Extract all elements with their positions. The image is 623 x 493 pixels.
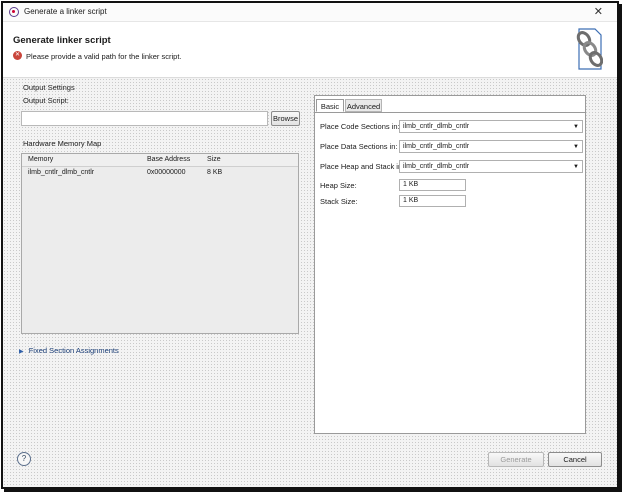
data-sections-value: ilmb_cntlr_dlmb_cntlr [403, 143, 470, 150]
dialog-body: Output Settings Output Script: Browse Ha… [3, 78, 617, 487]
cell-memory: ilmb_cntlr_dlmb_cntlr [28, 169, 95, 176]
chain-link-icon [576, 28, 603, 70]
memory-map-table[interactable]: Memory Base Address Size ilmb_cntlr_dlmb… [21, 153, 299, 334]
fixed-section-expander[interactable]: ▶ Fixed Section Assignments [19, 346, 119, 355]
heap-stack-value: ilmb_cntlr_dlmb_cntlr [403, 163, 470, 170]
output-settings-label: Output Settings [23, 83, 75, 92]
stack-size-label: Stack Size: [320, 197, 358, 206]
column-memory[interactable]: Memory [28, 156, 53, 163]
expand-triangle-icon: ▶ [19, 349, 24, 355]
window-title: Generate a linker script [24, 7, 107, 16]
column-size[interactable]: Size [207, 156, 221, 163]
dropdown-arrow-icon: ▼ [573, 144, 579, 150]
settings-tab-panel: Basic Advanced Place Code Sections in: i… [314, 95, 586, 434]
data-sections-label: Place Data Sections in: [320, 142, 398, 151]
code-sections-label: Place Code Sections in: [320, 122, 400, 131]
dialog-title: Generate linker script [13, 35, 111, 46]
heap-stack-select[interactable]: ilmb_cntlr_dlmb_cntlr ▼ [399, 160, 583, 173]
tab-advanced[interactable]: Advanced [345, 99, 382, 112]
dropdown-arrow-icon: ▼ [573, 124, 579, 130]
cell-base-address: 0x00000000 [147, 169, 186, 176]
heap-stack-label: Place Heap and Stack in: [320, 162, 405, 171]
tab-divider [315, 112, 585, 113]
browse-button[interactable]: Browse [271, 111, 300, 126]
generate-button[interactable]: Generate [488, 452, 544, 467]
close-icon[interactable]: ✕ [594, 5, 603, 18]
tab-basic[interactable]: Basic [316, 99, 344, 112]
error-icon: ✕ [13, 51, 22, 60]
table-row[interactable]: ilmb_cntlr_dlmb_cntlr 0x00000000 8 KB [22, 166, 298, 180]
eclipse-app-icon [9, 7, 19, 17]
output-script-input[interactable] [21, 111, 268, 126]
heap-size-input[interactable]: 1 KB [399, 179, 466, 191]
help-icon[interactable]: ? [17, 452, 31, 466]
memory-map-label: Hardware Memory Map [23, 139, 102, 148]
output-script-label: Output Script: [23, 96, 69, 105]
heap-size-label: Heap Size: [320, 181, 357, 190]
header-banner: Generate linker script ✕ Please provide … [3, 22, 617, 78]
dropdown-arrow-icon: ▼ [573, 164, 579, 170]
error-message: Please provide a valid path for the link… [26, 52, 182, 61]
cell-size: 8 KB [207, 169, 223, 176]
cancel-button[interactable]: Cancel [548, 452, 602, 467]
code-sections-value: ilmb_cntlr_dlmb_cntlr [403, 123, 470, 130]
dialog-window: Generate a linker script ✕ Generate link… [1, 1, 619, 489]
data-sections-select[interactable]: ilmb_cntlr_dlmb_cntlr ▼ [399, 140, 583, 153]
column-base-address[interactable]: Base Address [147, 156, 190, 163]
title-bar: Generate a linker script ✕ [3, 3, 617, 22]
code-sections-select[interactable]: ilmb_cntlr_dlmb_cntlr ▼ [399, 120, 583, 133]
stack-size-input[interactable]: 1 KB [399, 195, 466, 207]
fixed-section-label: Fixed Section Assignments [28, 346, 119, 355]
